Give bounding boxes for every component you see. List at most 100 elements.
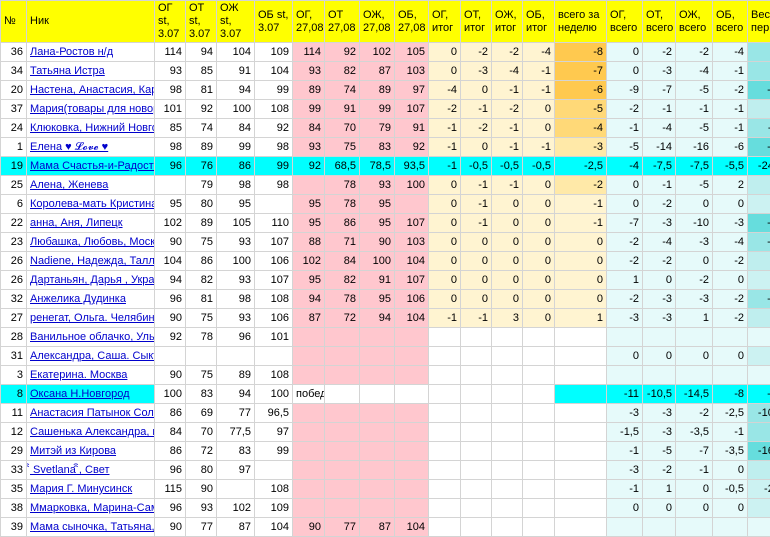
cell: 3 bbox=[492, 309, 523, 328]
column-header[interactable]: ОБ, всего bbox=[713, 1, 748, 43]
cell: 90 bbox=[155, 366, 186, 385]
nick-link[interactable]: ꩰꩰ Svetlana ꩰꩰ, Свет bbox=[27, 461, 155, 480]
nick-link[interactable]: Елена ♥ 𝓛𝓸𝓿𝓮 ♥ bbox=[27, 138, 155, 157]
nick-link[interactable]: Ммарковка, Марина-Сам bbox=[27, 499, 155, 518]
cell bbox=[429, 499, 461, 518]
column-header[interactable]: ОБ, итог bbox=[523, 1, 555, 43]
header-row: №НикОГ st, 3.07ОТ st, 3.07ОЖ st, 3.07ОБ … bbox=[1, 1, 770, 43]
cell: 0 bbox=[643, 347, 676, 366]
nick-link[interactable]: Екатерина. Москва bbox=[27, 366, 155, 385]
nick-link[interactable]: Александра, Саша. Сыктывкар bbox=[27, 347, 155, 366]
cell: 100 bbox=[360, 252, 395, 271]
nick-link[interactable]: Анжелика Дудинка bbox=[27, 290, 155, 309]
cell bbox=[360, 328, 395, 347]
nick-link[interactable]: анна, Аня, Липецк bbox=[27, 214, 155, 233]
cell: 0 bbox=[555, 252, 607, 271]
nick-link[interactable]: Митэй из Кирова bbox=[27, 442, 155, 461]
cell: -7 bbox=[748, 309, 770, 328]
cell: 0 bbox=[429, 233, 461, 252]
cell: 101 bbox=[255, 328, 293, 347]
cell: 77 bbox=[325, 518, 360, 537]
cell: -2 bbox=[643, 195, 676, 214]
row-number: 37 bbox=[1, 100, 27, 119]
column-header[interactable]: ОТ, всего bbox=[643, 1, 676, 43]
cell bbox=[492, 480, 523, 499]
column-header[interactable]: ОТ, итог bbox=[461, 1, 492, 43]
column-header[interactable]: ОБ st, 3.07 bbox=[255, 1, 293, 43]
column-header[interactable]: ОБ, 27,08 bbox=[395, 1, 429, 43]
table-row: 25Алена, Женева79989878931000-1-10-20-1-… bbox=[1, 176, 770, 195]
column-header[interactable]: ОЖ, итог bbox=[492, 1, 523, 43]
column-header[interactable]: ОГ, 27,08 bbox=[293, 1, 325, 43]
nick-link[interactable]: Мама Счастья-и-Радости bbox=[27, 157, 155, 176]
cell: 0 bbox=[607, 499, 643, 518]
cell bbox=[429, 480, 461, 499]
cell: 106 bbox=[395, 290, 429, 309]
cell: 72 bbox=[325, 309, 360, 328]
cell bbox=[360, 347, 395, 366]
cell: 0 bbox=[429, 252, 461, 271]
cell: -10,5 bbox=[643, 385, 676, 404]
table-row: 37Мария(товары для новор1019210010899919… bbox=[1, 100, 770, 119]
cell: 106 bbox=[255, 309, 293, 328]
nick-link[interactable]: Nadiene, Надежда, Талли bbox=[27, 252, 155, 271]
cell: 95 bbox=[360, 195, 395, 214]
cell: -0,5 bbox=[461, 157, 492, 176]
column-header[interactable]: ОЖ, всего bbox=[676, 1, 713, 43]
column-header[interactable]: ОГ st, 3.07 bbox=[155, 1, 186, 43]
cell: 83 bbox=[217, 442, 255, 461]
nick-link[interactable]: Сашенька Александра, г. bbox=[27, 423, 155, 442]
cell: 87 bbox=[217, 518, 255, 537]
nick-link[interactable]: Настена, Анастасия, Карл bbox=[27, 81, 155, 100]
cell bbox=[360, 423, 395, 442]
cell bbox=[461, 480, 492, 499]
column-header[interactable]: ОГ, итог bbox=[429, 1, 461, 43]
nick-link[interactable]: Клюковка, Нижний Новго bbox=[27, 119, 155, 138]
nick-link[interactable]: Ванильное облачко, Ульт bbox=[27, 328, 155, 347]
cell: 90 bbox=[293, 518, 325, 537]
cell: 75 bbox=[186, 309, 217, 328]
cell: 0 bbox=[461, 81, 492, 100]
nick-link[interactable]: Мария(товары для новор bbox=[27, 100, 155, 119]
cell: 0 bbox=[676, 252, 713, 271]
cell: -1 bbox=[461, 214, 492, 233]
nick-link[interactable]: Дартаньян, Дарья , Украи bbox=[27, 271, 155, 290]
cell: -2 bbox=[492, 43, 523, 62]
nick-link[interactable]: Мария Г. Минусинск bbox=[27, 480, 155, 499]
cell: победа bbox=[293, 385, 325, 404]
nick-link[interactable]: Любашка, Любовь, Моск bbox=[27, 233, 155, 252]
nick-link[interactable]: Алена, Женева bbox=[27, 176, 155, 195]
column-header[interactable]: всего за неделю bbox=[555, 1, 607, 43]
nick-link[interactable]: Королева-мать Кристина bbox=[27, 195, 155, 214]
nick-link[interactable]: Оксана Н.Новгород bbox=[27, 385, 155, 404]
column-header[interactable]: ОЖ st, 3.07 bbox=[217, 1, 255, 43]
row-number: 26 bbox=[1, 252, 27, 271]
nick-link[interactable]: Анастасия Патынок Солн bbox=[27, 404, 155, 423]
column-header[interactable]: ОТ st, 3.07 bbox=[186, 1, 217, 43]
cell: -8 bbox=[555, 43, 607, 62]
nick-link[interactable]: Лана-Ростов н/д bbox=[27, 43, 155, 62]
cell: 97 bbox=[217, 461, 255, 480]
cell: -8 bbox=[748, 43, 770, 62]
column-header[interactable]: № bbox=[1, 1, 27, 43]
cell: 114 bbox=[155, 43, 186, 62]
column-header[interactable]: ОТ 27,08 bbox=[325, 1, 360, 43]
cell bbox=[492, 404, 523, 423]
cell: -2 bbox=[607, 233, 643, 252]
column-header[interactable]: ОЖ, 27,08 bbox=[360, 1, 395, 43]
column-header[interactable]: Ник bbox=[27, 1, 155, 43]
cell: 75 bbox=[325, 138, 360, 157]
cell: -2 bbox=[607, 252, 643, 271]
cell: 109 bbox=[255, 499, 293, 518]
nick-link[interactable]: Татьяна Истра bbox=[27, 62, 155, 81]
cell bbox=[555, 404, 607, 423]
nick-link[interactable]: ренегат, Ольга. Челябинс bbox=[27, 309, 155, 328]
cell bbox=[523, 480, 555, 499]
cell: -1 bbox=[429, 309, 461, 328]
cell: 1 bbox=[643, 480, 676, 499]
nick-link[interactable]: Мама сыночка, Татьяна, ! bbox=[27, 518, 155, 537]
column-header[interactable]: Весь период bbox=[748, 1, 770, 43]
column-header[interactable]: ОГ, всего bbox=[607, 1, 643, 43]
cell bbox=[607, 518, 643, 537]
cell: -3 bbox=[643, 309, 676, 328]
